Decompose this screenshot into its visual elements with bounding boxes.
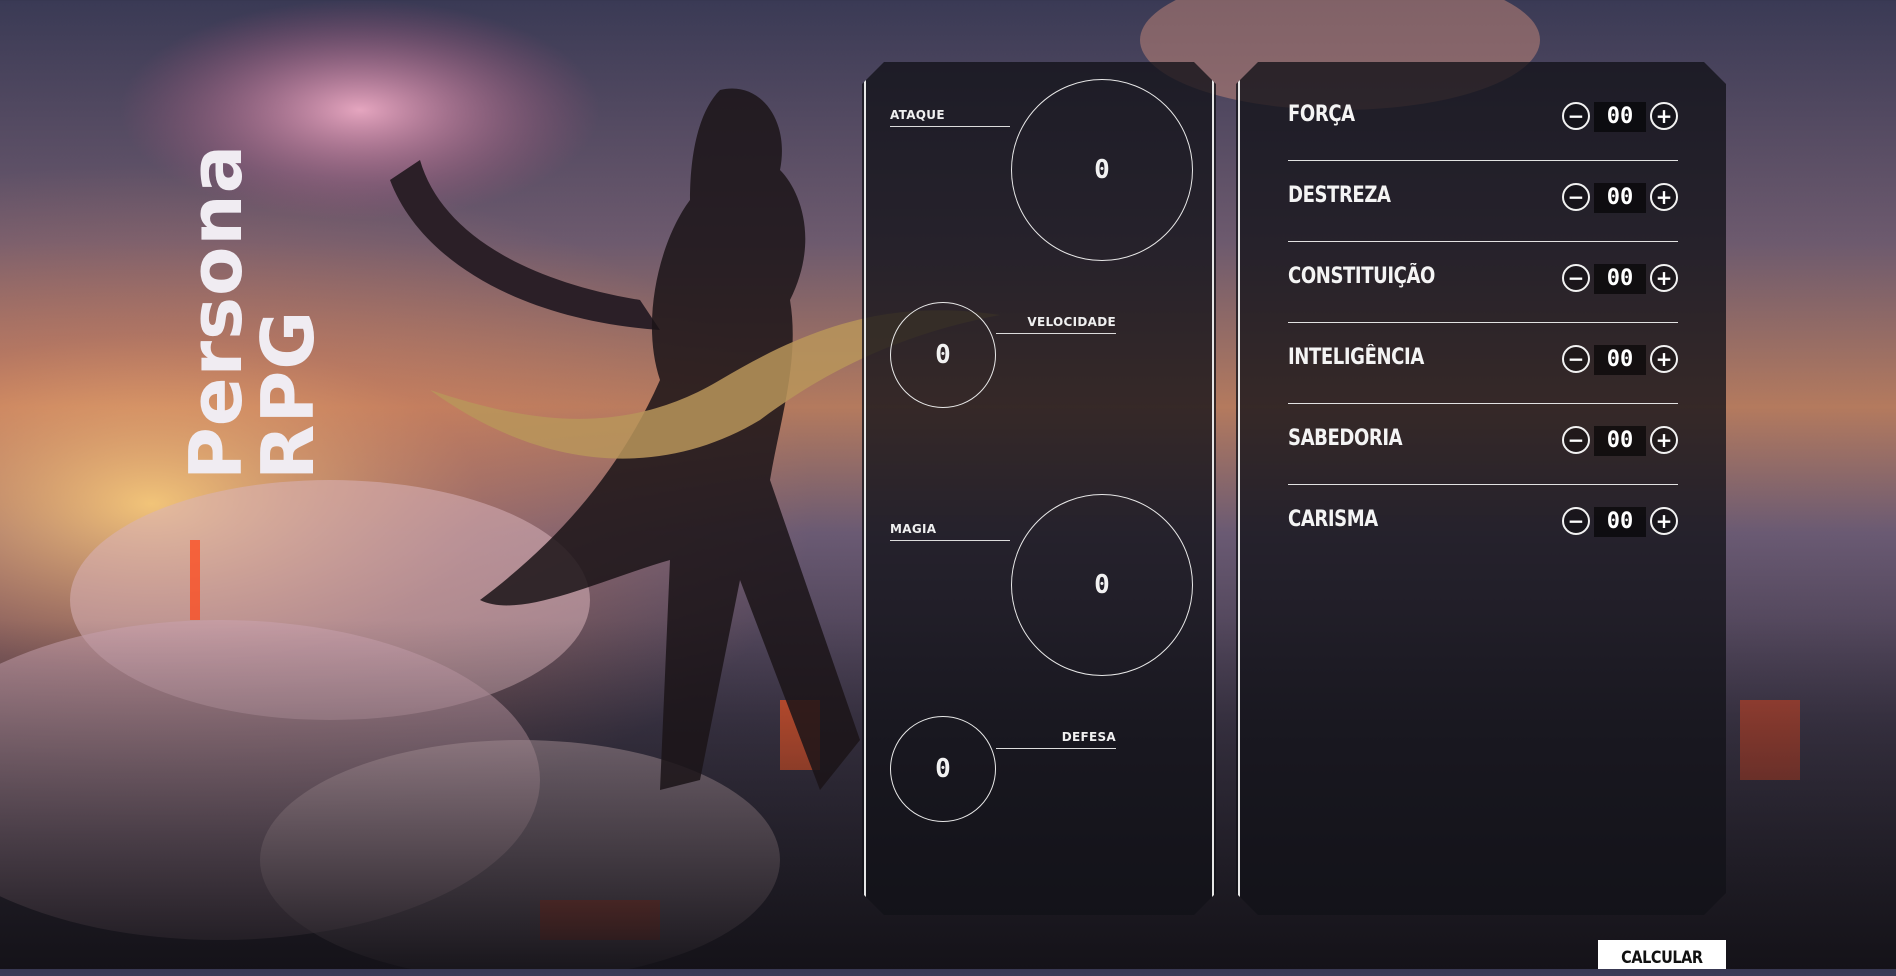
attribute-row-inteligencia: INTELIGÊNCIA − 00 +	[1288, 323, 1678, 404]
attribute-stepper: − 00 +	[1562, 505, 1678, 539]
attribute-stepper: − 00 +	[1562, 424, 1678, 458]
decrement-button[interactable]: −	[1562, 426, 1590, 454]
calculate-button-label: CALCULAR	[1621, 948, 1703, 968]
decrement-button[interactable]: −	[1562, 264, 1590, 292]
attribute-stepper: − 00 +	[1562, 262, 1678, 296]
attribute-stepper: − 00 +	[1562, 181, 1678, 215]
attribute-value: 00	[1594, 264, 1646, 294]
increment-button[interactable]: +	[1650, 426, 1678, 454]
stat-label-defesa: DEFESA	[996, 730, 1116, 749]
attribute-name: SABEDORIA	[1288, 426, 1403, 451]
attribute-value: 00	[1594, 507, 1646, 537]
stat-label-velocidade: VELOCIDADE	[996, 315, 1116, 334]
stat-circle-magia: 0	[1011, 494, 1193, 676]
attribute-row-constituicao: CONSTITUIÇÃO − 00 +	[1288, 242, 1678, 323]
attribute-name: INTELIGÊNCIA	[1288, 345, 1424, 370]
attribute-name: CARISMA	[1288, 507, 1378, 532]
attribute-row-destreza: DESTREZA − 00 +	[1288, 161, 1678, 242]
attribute-row-carisma: CARISMA − 00 +	[1288, 485, 1678, 565]
decrement-button[interactable]: −	[1562, 507, 1590, 535]
attribute-row-forca: FORÇA − 00 +	[1288, 80, 1678, 161]
decrement-button[interactable]: −	[1562, 183, 1590, 211]
increment-button[interactable]: +	[1650, 264, 1678, 292]
decrement-button[interactable]: −	[1562, 345, 1590, 373]
attribute-stepper: − 00 +	[1562, 343, 1678, 377]
stat-label-ataque: ATAQUE	[890, 108, 1010, 127]
attribute-name: CONSTITUIÇÃO	[1288, 264, 1435, 289]
title-line-2: RPG	[246, 309, 330, 480]
increment-button[interactable]: +	[1650, 102, 1678, 130]
attribute-name: DESTREZA	[1288, 183, 1391, 208]
increment-button[interactable]: +	[1650, 507, 1678, 535]
stat-circle-ataque: 0	[1011, 79, 1193, 261]
attribute-value: 00	[1594, 426, 1646, 456]
decrement-button[interactable]: −	[1562, 102, 1590, 130]
attribute-row-sabedoria: SABEDORIA − 00 +	[1288, 404, 1678, 485]
increment-button[interactable]: +	[1650, 345, 1678, 373]
stat-circle-defesa: 0	[890, 716, 996, 822]
title-line-1: Persona	[174, 143, 258, 480]
attribute-value: 00	[1594, 345, 1646, 375]
stat-circle-velocidade: 0	[890, 302, 996, 408]
attribute-name: FORÇA	[1288, 102, 1355, 127]
stat-label-magia: MAGIA	[890, 522, 1010, 541]
increment-button[interactable]: +	[1650, 183, 1678, 211]
app-title: Persona RPG	[174, 143, 330, 480]
attribute-stepper: − 00 +	[1562, 100, 1678, 134]
calculate-button[interactable]: CALCULAR	[1598, 940, 1726, 969]
attribute-value: 00	[1594, 183, 1646, 213]
attribute-value: 00	[1594, 102, 1646, 132]
